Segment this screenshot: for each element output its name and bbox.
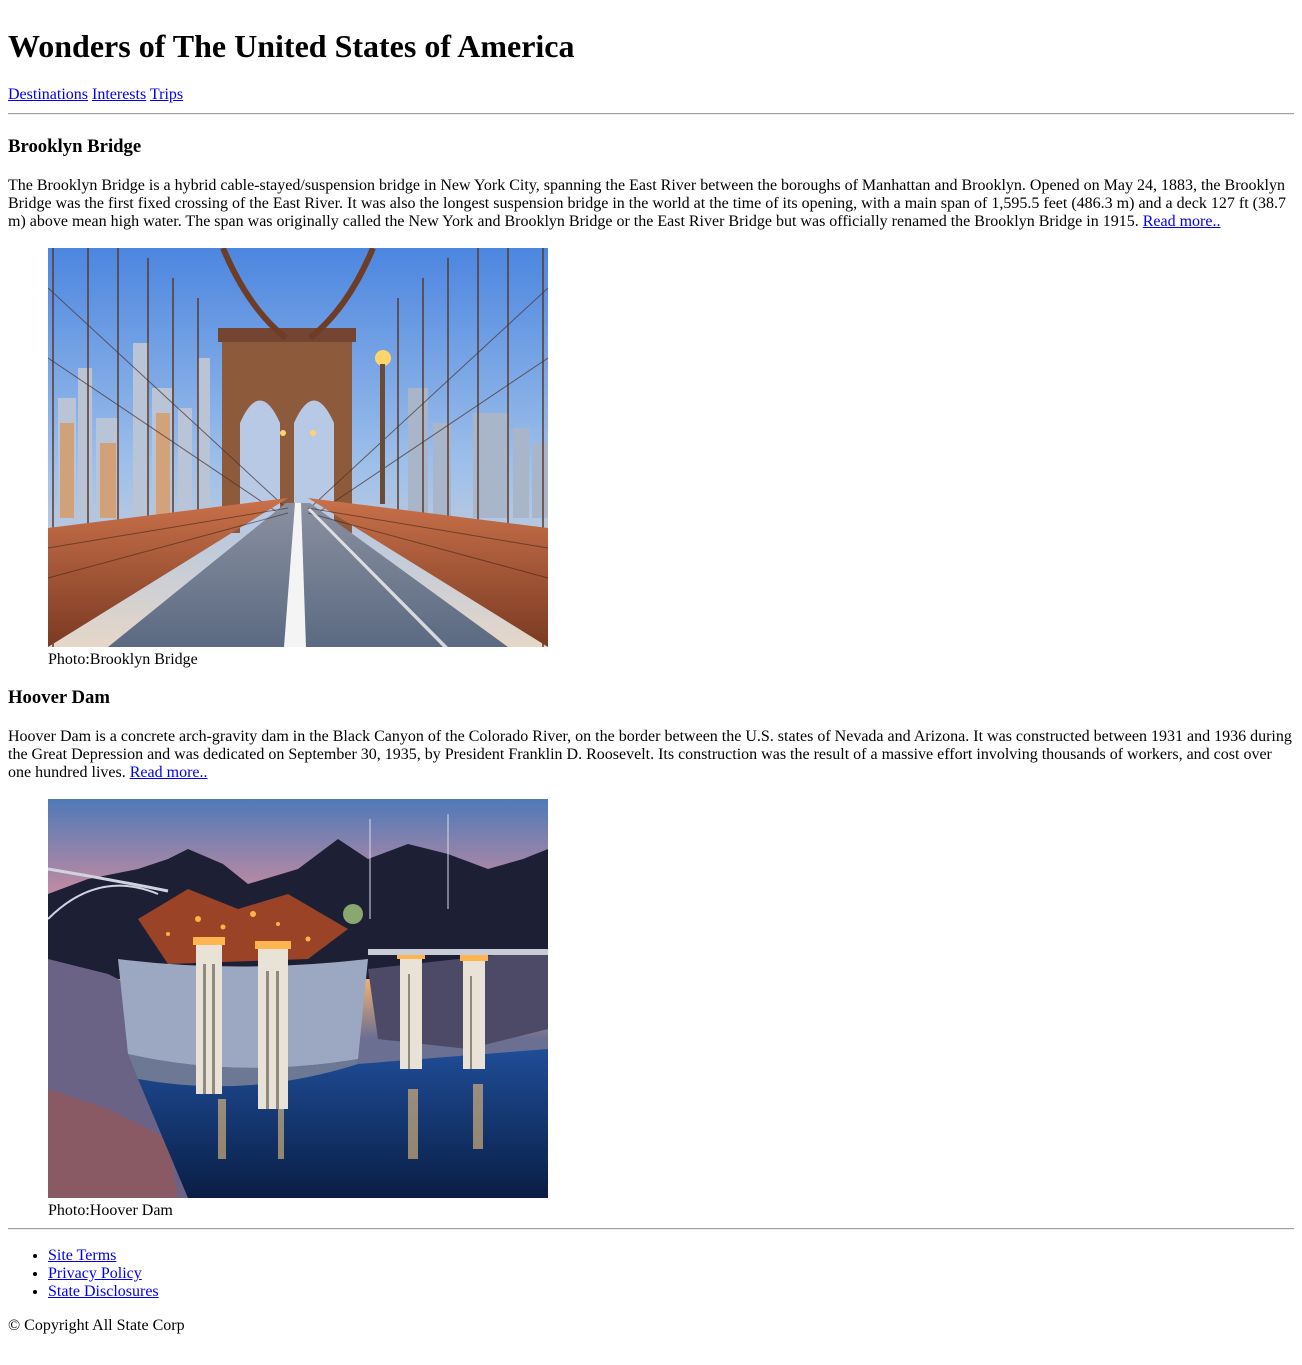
article-brooklyn-bridge: Brooklyn Bridge The Brooklyn Bridge is a… xyxy=(8,136,1294,669)
footer-divider xyxy=(8,1228,1294,1230)
photo-caption: Photo:Hoover Dam xyxy=(48,1202,173,1219)
header-divider xyxy=(8,113,1294,115)
read-more-link[interactable]: Read more.. xyxy=(1143,213,1221,230)
article-body: Hoover Dam is a concrete arch-gravity da… xyxy=(8,728,1294,782)
brooklyn-bridge-photo xyxy=(48,248,548,647)
article-heading: Hoover Dam xyxy=(8,687,110,708)
footer-list-item: Site Terms xyxy=(48,1247,1294,1265)
site-terms-link[interactable]: Site Terms xyxy=(48,1247,116,1264)
read-more-link[interactable]: Read more.. xyxy=(130,764,208,781)
article-figure: Photo:Hoover Dam xyxy=(48,799,1294,1220)
article-hoover-dam: Hoover Dam Hoover Dam is a concrete arch… xyxy=(8,687,1294,1220)
page: Wonders of The United States of America … xyxy=(0,0,1302,1335)
article-text: The Brooklyn Bridge is a hybrid cable-st… xyxy=(8,177,1286,230)
privacy-policy-link[interactable]: Privacy Policy xyxy=(48,1265,142,1282)
article-figure: Photo:Brooklyn Bridge xyxy=(48,248,1294,669)
hoover-dam-photo xyxy=(48,799,548,1198)
footer-list-item: State Disclosures xyxy=(48,1283,1294,1301)
page-title: Wonders of The United States of America xyxy=(8,28,575,64)
nav-link-interests[interactable]: Interests xyxy=(92,86,146,103)
article-body: The Brooklyn Bridge is a hybrid cable-st… xyxy=(8,177,1294,231)
state-disclosures-link[interactable]: State Disclosures xyxy=(48,1283,159,1300)
copyright-text: © Copyright All State Corp xyxy=(8,1317,185,1334)
nav-link-trips[interactable]: Trips xyxy=(150,86,183,103)
article-heading: Brooklyn Bridge xyxy=(8,136,142,157)
main-nav: Destinations Interests Trips xyxy=(8,86,1294,104)
photo-caption: Photo:Brooklyn Bridge xyxy=(48,651,198,668)
footer-links-list: Site Terms Privacy Policy State Disclosu… xyxy=(8,1247,1294,1301)
footer: Site Terms Privacy Policy State Disclosu… xyxy=(8,1247,1294,1335)
footer-list-item: Privacy Policy xyxy=(48,1265,1294,1283)
nav-link-destinations[interactable]: Destinations xyxy=(8,86,88,103)
